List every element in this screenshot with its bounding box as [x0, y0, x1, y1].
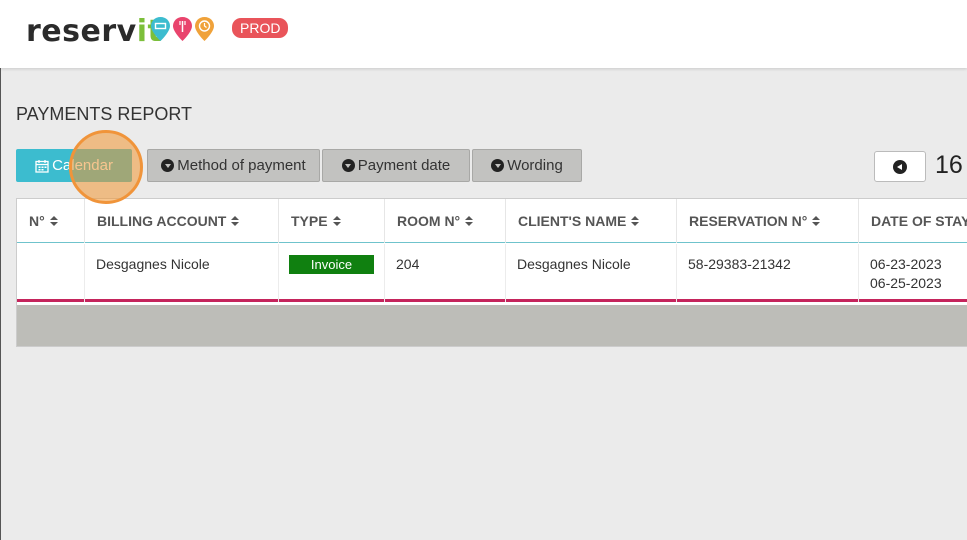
- environment-badge: PROD: [232, 18, 289, 38]
- date-to: 06-25-2023: [870, 275, 942, 291]
- column-header-label: TYPE: [291, 213, 328, 229]
- chevron-down-icon: [161, 159, 175, 172]
- calendar-icon: [35, 159, 49, 173]
- calendar-filter-label: Calendar: [52, 157, 113, 174]
- column-header-date-of-stay[interactable]: DATE OF STAY: [859, 199, 967, 243]
- method-of-payment-label: Method of payment: [177, 157, 306, 174]
- payments-table: N° BILLING ACCOUNT TYPE ROOM N° CLIENT'S…: [16, 198, 967, 347]
- current-page-number: 16: [935, 151, 963, 179]
- logo-pins: [151, 17, 214, 41]
- sort-icon: [50, 216, 58, 226]
- table-header: N° BILLING ACCOUNT TYPE ROOM N° CLIENT'S…: [17, 199, 967, 243]
- cell-billing-account: Desgagnes Nicole: [85, 244, 279, 302]
- column-header-label: RESERVATION N°: [689, 213, 808, 229]
- sort-icon: [465, 216, 473, 226]
- cell-type: Invoice: [279, 244, 385, 302]
- column-header-label: BILLING ACCOUNT: [97, 213, 227, 229]
- sort-icon: [812, 216, 820, 226]
- calendar-filter-button[interactable]: Calendar: [16, 149, 132, 182]
- cell-reservation: 58-29383-21342: [677, 244, 859, 302]
- reservit-logo[interactable]: reservit: [26, 14, 162, 49]
- top-bar: reservit PROD: [0, 0, 967, 68]
- wording-label: Wording: [507, 157, 563, 174]
- payment-date-label: Payment date: [357, 157, 451, 174]
- page-title: PAYMENTS REPORT: [16, 104, 193, 124]
- column-header-number[interactable]: N°: [17, 199, 85, 243]
- column-header-billing-account[interactable]: BILLING ACCOUNT: [85, 199, 279, 243]
- chevron-down-icon: [491, 159, 505, 172]
- sort-icon: [631, 216, 639, 226]
- payment-date-filter-button[interactable]: Payment date: [322, 149, 470, 182]
- chevron-down-icon: [341, 159, 355, 172]
- cell-number: [17, 244, 85, 302]
- column-header-reservation[interactable]: RESERVATION N°: [677, 199, 859, 243]
- method-of-payment-filter-button[interactable]: Method of payment: [147, 149, 320, 182]
- sort-icon: [231, 216, 239, 226]
- column-header-label: ROOM N°: [397, 213, 461, 229]
- table-row[interactable]: Desgagnes Nicole Invoice 204 Desgagnes N…: [17, 244, 967, 302]
- logo-text-main: reserv: [26, 14, 137, 49]
- column-header-client-name[interactable]: CLIENT'S NAME: [506, 199, 677, 243]
- previous-page-button[interactable]: [874, 151, 926, 182]
- column-header-label: CLIENT'S NAME: [518, 213, 627, 229]
- wording-filter-button[interactable]: Wording: [472, 149, 582, 182]
- chevron-left-icon: [893, 159, 907, 174]
- date-from: 06-23-2023: [870, 256, 942, 272]
- column-header-type[interactable]: TYPE: [279, 199, 385, 243]
- table-footer: [17, 305, 967, 346]
- column-header-room[interactable]: ROOM N°: [385, 199, 506, 243]
- column-header-label: DATE OF STAY: [871, 213, 967, 229]
- cell-room: 204: [385, 244, 506, 302]
- invoice-type-badge: Invoice: [289, 255, 374, 274]
- cutlery-pin-icon: [173, 17, 192, 41]
- sort-icon: [333, 216, 341, 226]
- column-header-label: N°: [29, 213, 45, 229]
- cell-date-of-stay: 06-23-2023 06-25-2023: [859, 244, 967, 302]
- clock-pin-icon: [195, 17, 214, 41]
- left-border: [0, 68, 1, 540]
- bed-pin-icon: [151, 17, 170, 41]
- cell-client-name: Desgagnes Nicole: [506, 244, 677, 302]
